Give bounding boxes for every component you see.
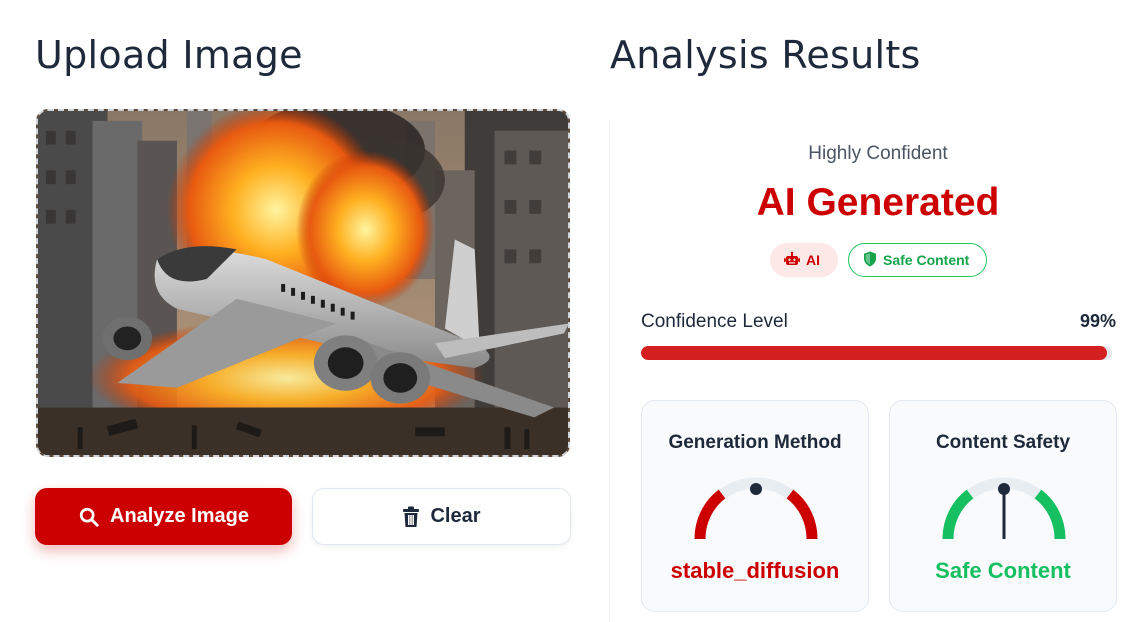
confidence-progress-bar bbox=[641, 346, 1112, 360]
confidence-descriptor: Highly Confident bbox=[808, 143, 948, 164]
crash-scene-image bbox=[38, 111, 568, 455]
analyze-image-label: Analyze Image bbox=[110, 505, 249, 527]
confidence-progress-fill bbox=[641, 346, 1108, 360]
robot-icon bbox=[784, 251, 800, 269]
generation-method-value: stable_diffusion bbox=[670, 558, 840, 583]
ai-badge: AI bbox=[770, 243, 838, 277]
ai-badge-label: AI bbox=[806, 252, 820, 268]
trash-icon bbox=[402, 506, 420, 528]
uploaded-image[interactable] bbox=[36, 109, 570, 457]
gauge-needle-dot bbox=[750, 483, 762, 495]
clear-label: Clear bbox=[430, 505, 481, 527]
safe-badge-label: Safe Content bbox=[883, 252, 970, 268]
content-safety-card: Content Safety Safe Content bbox=[889, 400, 1117, 612]
generation-method-card: Generation Method stable_diffusion bbox=[641, 400, 869, 612]
generation-method-gauge bbox=[694, 477, 818, 540]
clear-button[interactable]: Clear bbox=[312, 488, 571, 545]
content-safety-gauge bbox=[942, 477, 1066, 540]
generation-method-title: Generation Method bbox=[668, 432, 842, 453]
content-safety-value: Safe Content bbox=[935, 558, 1071, 583]
search-icon bbox=[78, 506, 100, 528]
content-safety-title: Content Safety bbox=[935, 432, 1071, 453]
shield-icon bbox=[863, 251, 877, 270]
results-heading: Analysis Results bbox=[610, 33, 921, 77]
safe-content-badge: Safe Content bbox=[848, 243, 987, 277]
upload-heading: Upload Image bbox=[35, 33, 303, 77]
badge-row: AI Safe Content bbox=[770, 243, 987, 277]
gauge-needle-dot bbox=[998, 483, 1010, 495]
verdict-title: AI Generated bbox=[756, 181, 1000, 224]
confidence-value: 99% bbox=[1079, 311, 1116, 331]
analyze-image-button[interactable]: Analyze Image bbox=[35, 488, 292, 545]
confidence-label: Confidence Level bbox=[641, 311, 788, 332]
